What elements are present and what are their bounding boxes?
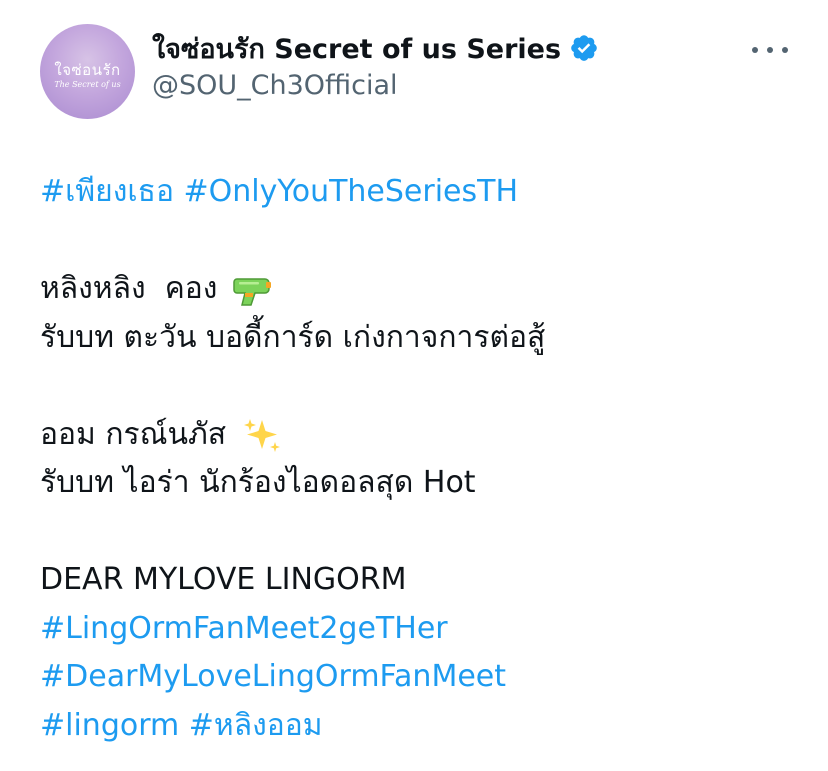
display-name[interactable]: ใจซ่อนรัก Secret of us Series bbox=[152, 27, 561, 70]
hashtag-line-top: #เพียงเธอ #OnlyYouTheSeriesTH bbox=[40, 168, 800, 217]
orm-name-line: ออม กรณ์นภัส bbox=[40, 411, 800, 460]
orm-role-line: รับบท ไอร่า นักร้องไอดอลสุด Hot bbox=[40, 465, 476, 500]
hashtag-link[interactable]: #OnlyYouTheSeriesTH bbox=[184, 174, 519, 209]
avatar-logo-text: ใจซ่อนรัก bbox=[54, 61, 121, 79]
account-handle[interactable]: @SOU_Ch3Official bbox=[152, 70, 398, 101]
ling-name-line: หลิงหลิง คอง bbox=[40, 265, 800, 314]
avatar-logo-subtext: The Secret of us bbox=[54, 80, 121, 89]
tweet-header: ใจซ่อนรัก The Secret of us ใจซ่อนรัก Sec… bbox=[0, 0, 828, 130]
avatar[interactable]: ใจซ่อนรัก The Secret of us bbox=[40, 24, 135, 119]
hashtag-link[interactable]: #เพียงเธอ bbox=[40, 174, 174, 209]
ling-role-line: รับบท ตะวัน บอดี้การ์ด เก่งกาจการต่อสู้ bbox=[40, 319, 546, 355]
hashtag-link[interactable]: #DearMyLoveLingOrmFanMeet bbox=[40, 653, 800, 702]
verified-badge-icon bbox=[571, 35, 597, 61]
water-pistol-icon bbox=[233, 277, 271, 306]
orm-name: ออม กรณ์นภัส bbox=[40, 416, 227, 452]
more-dot bbox=[782, 47, 788, 53]
hashtag-link[interactable]: #หลิงออม bbox=[189, 708, 323, 743]
more-dot bbox=[752, 47, 758, 53]
sparkles-icon bbox=[243, 419, 280, 452]
name-row: ใจซ่อนรัก Secret of us Series bbox=[152, 28, 599, 68]
hashtag-link[interactable]: #LingOrmFanMeet2geTHer bbox=[40, 605, 800, 654]
more-options-icon[interactable] bbox=[752, 40, 788, 60]
tweet-text: #เพียงเธอ #OnlyYouTheSeriesTH หลิงหลิง ค… bbox=[40, 168, 800, 750]
hashtag-line-bottom: #lingorm #หลิงออม bbox=[40, 702, 800, 751]
ling-name: หลิงหลิง คอง bbox=[40, 271, 218, 306]
hashtag-link[interactable]: #lingorm bbox=[40, 708, 179, 743]
more-dot bbox=[767, 47, 773, 53]
dear-line: DEAR MYLOVE LINGORM bbox=[40, 562, 407, 597]
